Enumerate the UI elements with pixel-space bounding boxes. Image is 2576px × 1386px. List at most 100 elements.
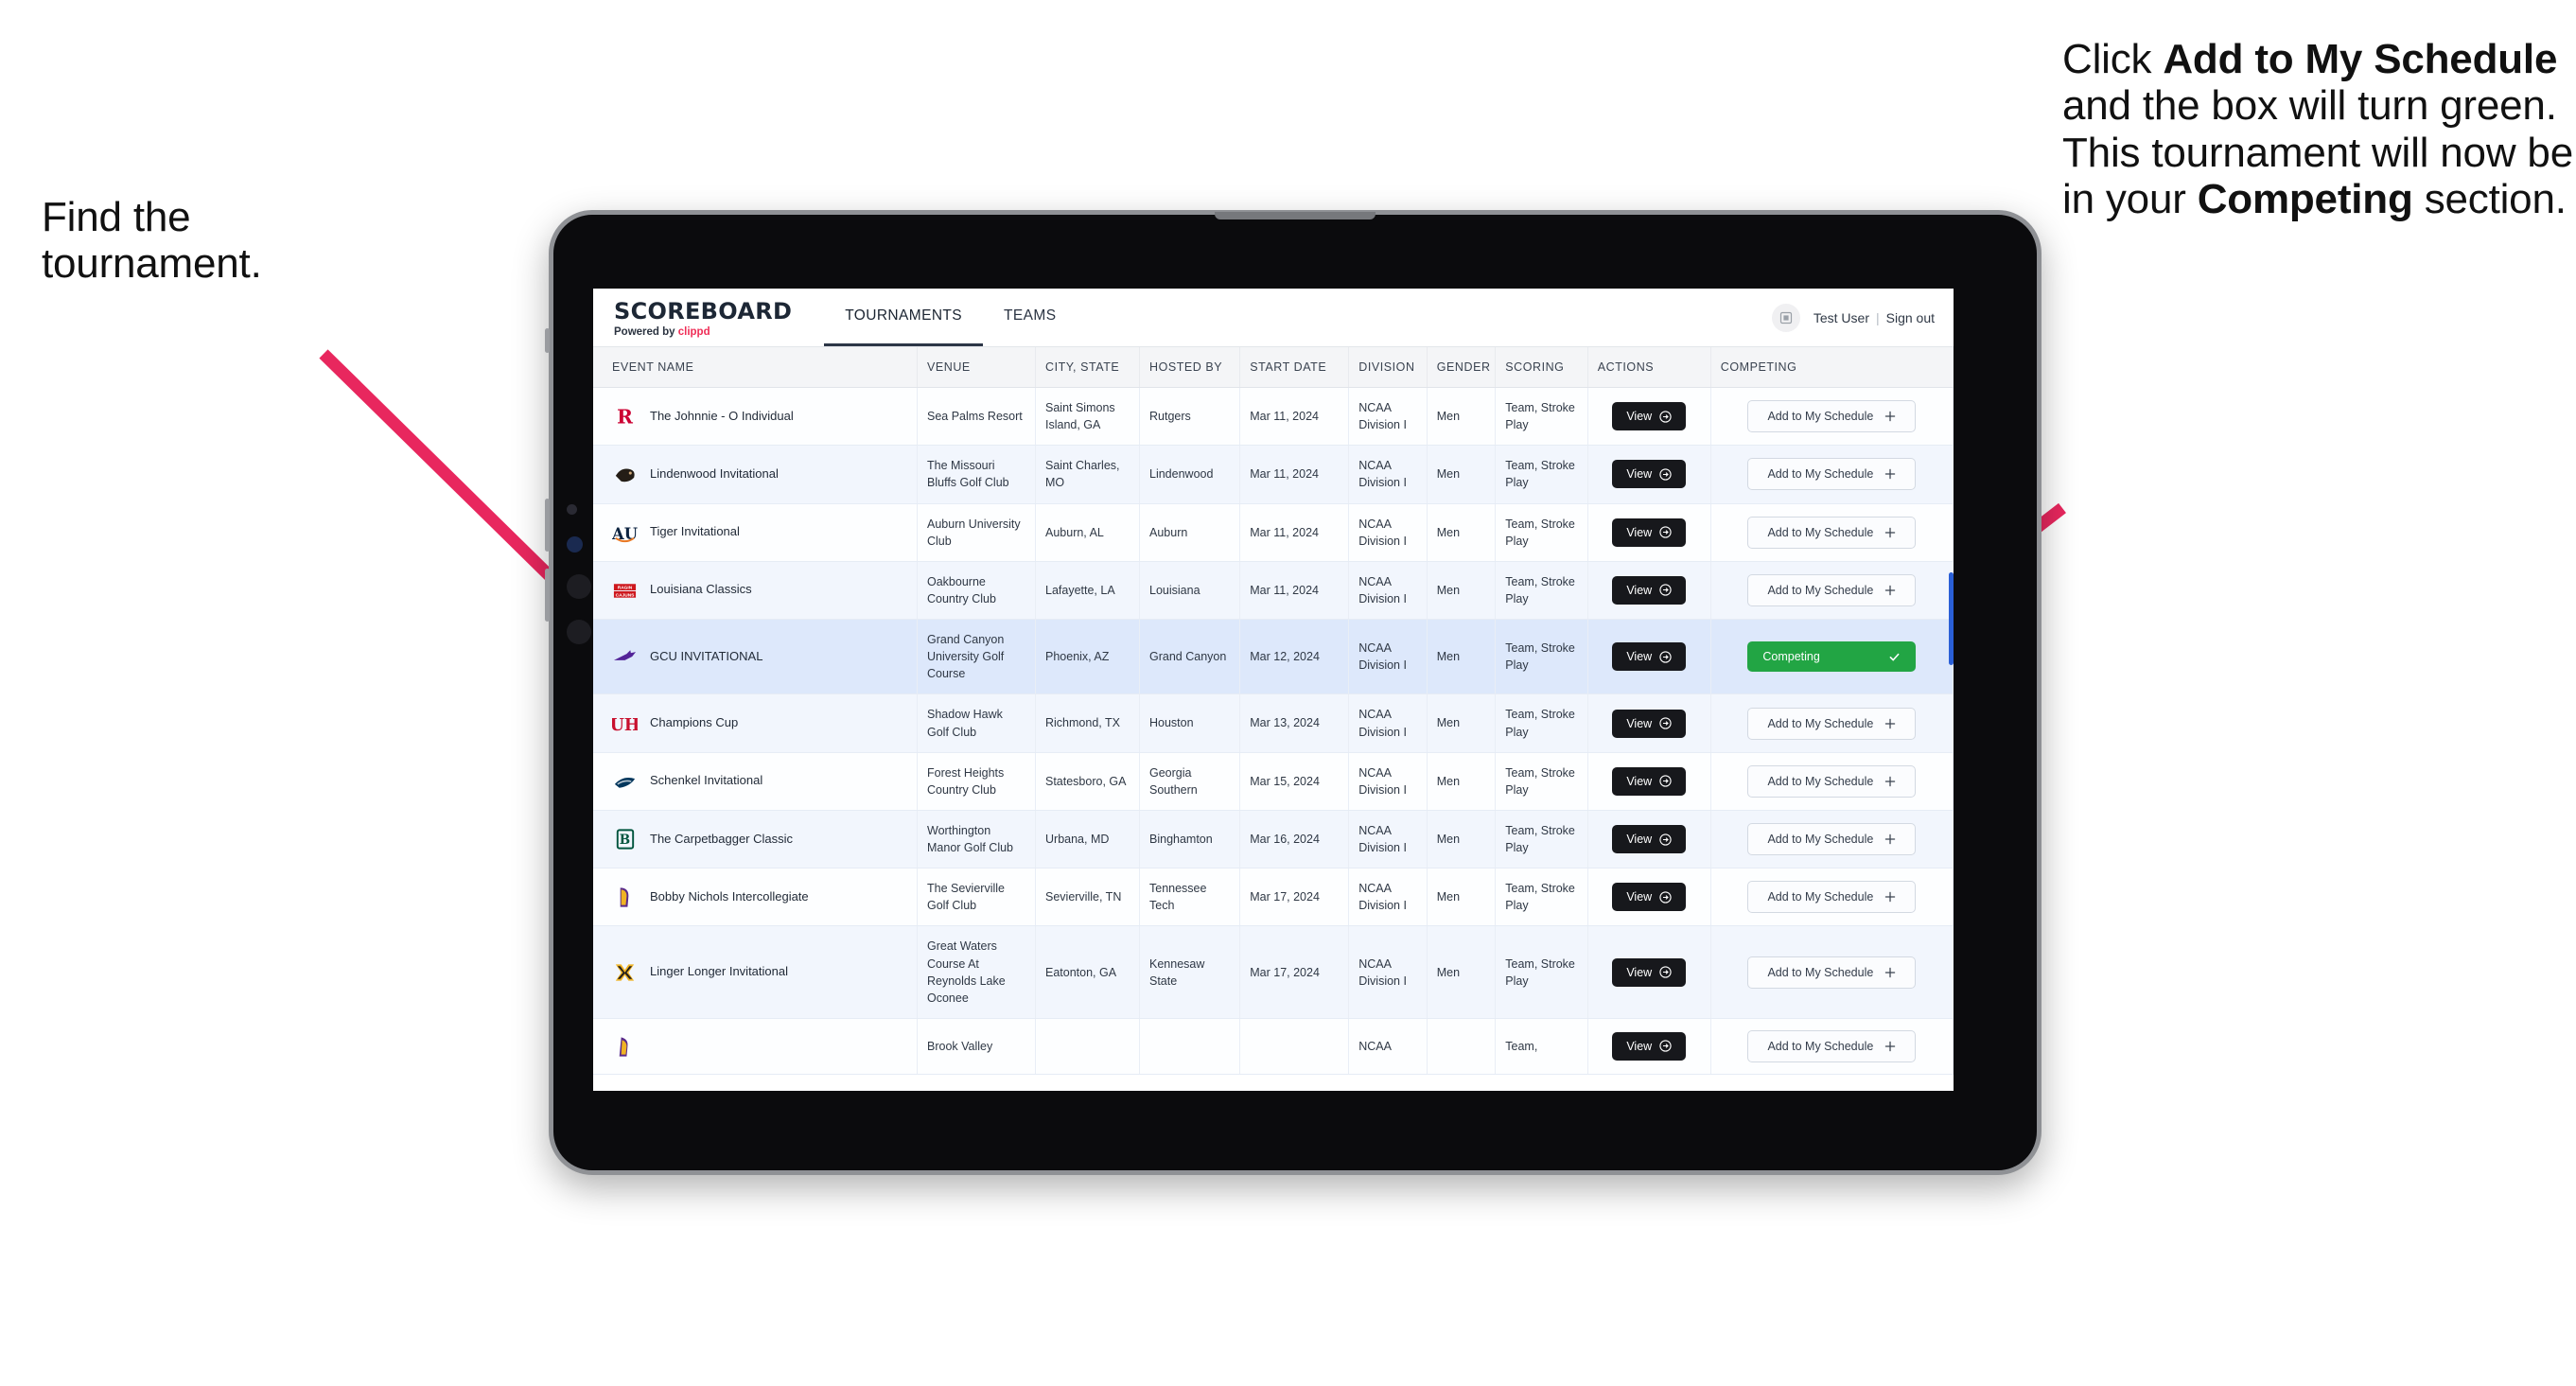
cell-city-state: Saint Simons Island, GA <box>1035 387 1140 447</box>
arrow-right-circle-icon <box>1659 891 1672 904</box>
user-avatar-icon[interactable] <box>1771 303 1800 332</box>
cell-division: NCAA Division I <box>1348 810 1428 869</box>
table-row[interactable]: Schenkel Invitational Forest Heights Coun… <box>593 752 1954 811</box>
arrow-right-circle-icon <box>1659 468 1672 481</box>
view-button[interactable]: View <box>1612 1031 1687 1061</box>
cell-scoring: Team, Stroke Play <box>1495 503 1588 562</box>
arrow-right-circle-icon <box>1659 651 1672 663</box>
tablet-sensor-dot <box>567 504 577 515</box>
add-to-my-schedule-button[interactable]: Add to My Schedule <box>1747 516 1917 549</box>
add-to-my-schedule-button[interactable]: Add to My Schedule <box>1747 881 1917 914</box>
cell-start-date: Mar 17, 2024 <box>1239 925 1350 1019</box>
table-row[interactable]: Bobby Nichols Intercollegiate The Sevierv… <box>593 868 1954 927</box>
tablet-front-camera <box>567 536 583 553</box>
cell-event-name: R The Johnnie - O Individual <box>593 387 918 447</box>
view-button[interactable]: View <box>1612 957 1687 987</box>
cell-actions: View <box>1587 561 1711 621</box>
add-to-my-schedule-button[interactable]: Add to My Schedule <box>1747 458 1917 491</box>
user-name: Test User <box>1813 309 1869 325</box>
annotation-right-bold1: Add to My Schedule <box>2163 36 2558 82</box>
cell-competing: Competing <box>1710 619 1954 695</box>
view-button-label: View <box>1626 410 1653 424</box>
add-to-my-schedule-button[interactable]: Add to My Schedule <box>1747 956 1917 989</box>
cell-division: NCAA Division I <box>1348 561 1428 621</box>
view-button[interactable]: View <box>1612 766 1687 796</box>
table-row[interactable]: GCU INVITATIONAL Grand Canyon University … <box>593 619 1954 695</box>
cell-scoring: Team, Stroke Play <box>1495 693 1588 753</box>
view-button-label: View <box>1626 716 1653 730</box>
cell-venue: Oakbourne Country Club <box>917 561 1036 621</box>
cell-venue: Brook Valley <box>917 1018 1036 1075</box>
column-header-gender: GENDER <box>1427 347 1497 388</box>
event-name-label: The Carpetbagger Classic <box>650 831 794 846</box>
cell-event-name: Lindenwood Invitational <box>593 445 918 504</box>
table-row[interactable]: RAGIN CAJUNS Louisiana Classics Oakbourne C… <box>593 561 1954 621</box>
cell-city-state: Urbana, MD <box>1035 810 1140 869</box>
table-row[interactable]: Brook Valley NCAA Team, View Add to My Sched… <box>593 1018 1954 1075</box>
cell-division: NCAA Division I <box>1348 619 1428 695</box>
plus-icon <box>1885 718 1896 728</box>
table-body: R The Johnnie - O Individual Sea Palms Res… <box>593 387 1954 1075</box>
cell-competing: Add to My Schedule <box>1710 925 1954 1019</box>
tablet-side-button-mute[interactable] <box>545 328 550 353</box>
cell-division: NCAA Division I <box>1348 693 1428 753</box>
table-row[interactable]: Linger Longer Invitational Great Waters C… <box>593 925 1954 1019</box>
cell-start-date: Mar 11, 2024 <box>1239 561 1350 621</box>
cell-gender: Men <box>1427 561 1497 621</box>
view-button[interactable]: View <box>1612 575 1687 605</box>
table-row[interactable]: R The Johnnie - O Individual Sea Palms Res… <box>593 387 1954 447</box>
vertical-scrollbar[interactable] <box>1949 572 1954 665</box>
table-header-row: EVENT NAME VENUE CITY, STATE HOSTED BY START… <box>593 347 1954 388</box>
table-row[interactable]: Lindenwood Invitational The Missouri Bluf… <box>593 445 1954 504</box>
event-name-label: Linger Longer Invitational <box>650 964 788 979</box>
event-name-label: Tiger Invitational <box>650 524 740 539</box>
cell-start-date: Mar 15, 2024 <box>1239 752 1350 811</box>
tablet-volume-down-button[interactable] <box>545 569 550 622</box>
table-row[interactable]: AU Tiger Invitational Auburn University Cl… <box>593 503 1954 562</box>
cell-gender: Men <box>1427 503 1497 562</box>
add-to-my-schedule-button[interactable]: Add to My Schedule <box>1747 573 1917 606</box>
brand-clippd-label: clippd <box>677 325 710 338</box>
add-to-my-schedule-button[interactable]: Add to My Schedule <box>1747 823 1917 855</box>
competing-label: Competing <box>1762 650 1820 664</box>
cell-competing: Add to My Schedule <box>1710 693 1954 753</box>
plus-icon <box>1885 585 1896 596</box>
view-button-label: View <box>1626 774 1653 788</box>
tablet-volume-up-button[interactable] <box>545 499 550 552</box>
view-button[interactable]: View <box>1612 642 1687 672</box>
cell-city-state: Phoenix, AZ <box>1035 619 1140 695</box>
georgia-southern-logo <box>612 768 638 794</box>
view-button[interactable]: View <box>1612 709 1687 738</box>
event-name-label: GCU INVITATIONAL <box>650 648 763 663</box>
cell-division: NCAA Division I <box>1348 503 1428 562</box>
cell-city-state: Eatonton, GA <box>1035 925 1140 1019</box>
competing-button[interactable]: Competing <box>1747 641 1917 673</box>
view-button[interactable]: View <box>1612 518 1687 547</box>
nav-tab-teams[interactable]: TEAMS <box>983 289 1077 346</box>
cell-hosted-by: Auburn <box>1139 503 1241 562</box>
ecu-logo <box>612 1033 638 1059</box>
view-button-label: View <box>1626 650 1653 664</box>
table-row[interactable]: UH Champions Cup Shadow Hawk Golf ClubRich… <box>593 693 1954 753</box>
column-header-start-date: START DATE <box>1239 347 1350 388</box>
tablet-top-speaker <box>1215 212 1376 219</box>
view-button[interactable]: View <box>1612 402 1687 431</box>
view-button[interactable]: View <box>1612 825 1687 853</box>
avatar-glyph-icon <box>1779 311 1792 324</box>
arrow-right-circle-icon <box>1659 966 1672 978</box>
add-to-my-schedule-button[interactable]: Add to My Schedule <box>1747 400 1917 433</box>
cell-competing: Add to My Schedule <box>1710 503 1954 562</box>
cell-gender: Men <box>1427 619 1497 695</box>
view-button[interactable]: View <box>1612 460 1687 489</box>
brand-logo[interactable]: SCOREBOARD Powered by clippd <box>593 289 792 346</box>
cell-competing: Add to My Schedule <box>1710 387 1954 447</box>
view-button[interactable]: View <box>1612 883 1687 912</box>
table-row[interactable]: B The Carpetbagger Classic Worthington Man… <box>593 810 1954 869</box>
column-header-actions: ACTIONS <box>1587 347 1711 388</box>
nav-tab-tournaments[interactable]: TOURNAMENTS <box>824 289 984 346</box>
add-to-my-schedule-button[interactable]: Add to My Schedule <box>1747 707 1917 740</box>
add-to-my-schedule-button[interactable]: Add to My Schedule <box>1747 1029 1917 1062</box>
sign-out-link[interactable]: Sign out <box>1886 310 1935 325</box>
cell-venue: Great Waters Course At Reynolds Lake Oco… <box>917 925 1036 1019</box>
add-to-my-schedule-button[interactable]: Add to My Schedule <box>1747 764 1917 798</box>
